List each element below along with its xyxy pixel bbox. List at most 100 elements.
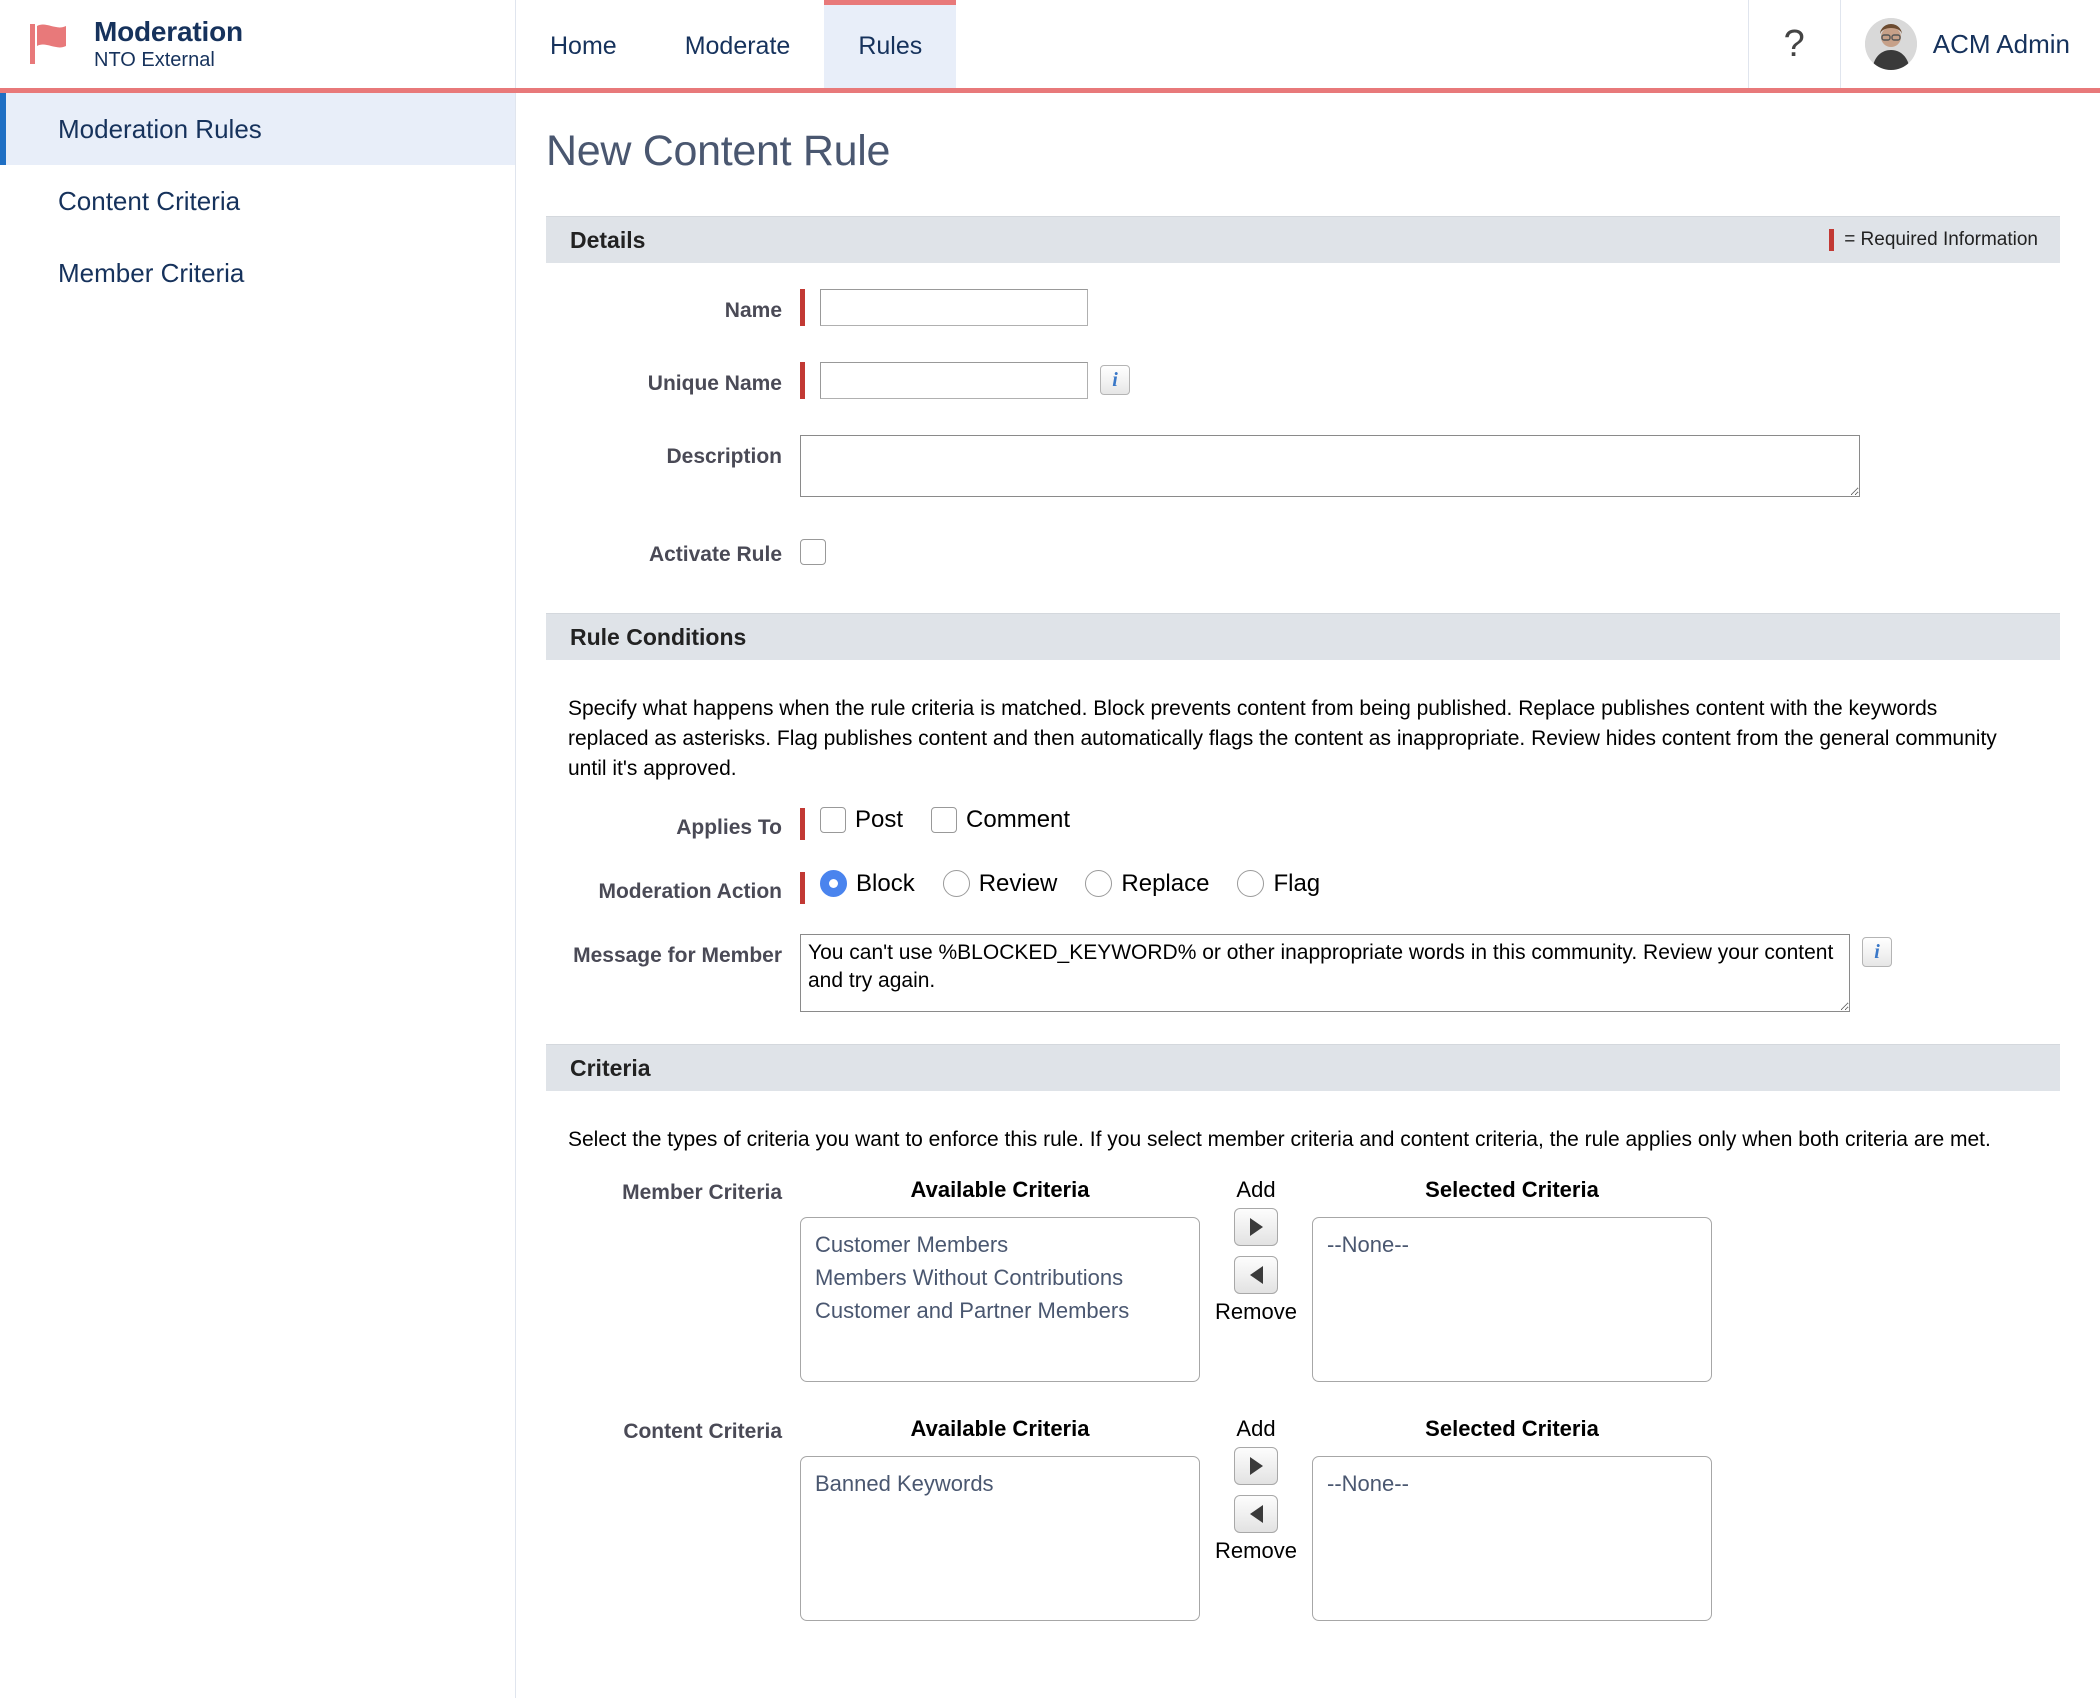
name-label: Name [568, 289, 800, 323]
applies-to-comment-option[interactable]: Comment [931, 806, 1070, 834]
moderation-action-review-option[interactable]: Review [943, 870, 1058, 898]
applies-to-post-option[interactable]: Post [820, 806, 903, 834]
list-item[interactable]: Customer and Partner Members [801, 1294, 1199, 1327]
field-row-name: Name [568, 289, 2038, 326]
comment-label: Comment [966, 806, 1070, 834]
unique-name-required-marker-icon [800, 362, 805, 399]
moderation-action-label: Moderation Action [568, 870, 800, 904]
block-label: Block [856, 870, 915, 898]
details-section-title: Details [570, 227, 645, 254]
field-row-applies-to: Applies To Post Comment [568, 806, 2038, 840]
content-criteria-label: Content Criteria [568, 1416, 800, 1444]
unique-name-label: Unique Name [568, 362, 800, 396]
post-checkbox[interactable] [820, 807, 846, 833]
main-navigation-tabs: Home Moderate Rules [516, 0, 1748, 88]
list-item[interactable]: --None-- [1313, 1467, 1711, 1500]
flag-radio[interactable] [1237, 870, 1264, 897]
info-icon[interactable]: i [1862, 937, 1892, 967]
activate-rule-checkbox[interactable] [800, 539, 826, 565]
rule-conditions-section-body: Specify what happens when the rule crite… [546, 660, 2060, 1044]
arrow-right-icon [1250, 1218, 1263, 1236]
member-selected-criteria-header: Selected Criteria [1425, 1177, 1599, 1203]
list-item[interactable]: Customer Members [801, 1228, 1199, 1261]
content-criteria-dual-listbox: Available Criteria Banned Keywords Add R… [800, 1416, 1712, 1621]
required-legend-text: = Required Information [1844, 229, 2038, 251]
rule-conditions-description: Specify what happens when the rule crite… [568, 694, 2008, 783]
arrow-left-icon [1250, 1505, 1263, 1523]
member-criteria-dual-listbox: Available Criteria Customer Members Memb… [800, 1177, 1712, 1382]
message-for-member-textarea[interactable]: You can't use %BLOCKED_KEYWORD% or other… [800, 934, 1850, 1012]
content-available-criteria-listbox[interactable]: Banned Keywords [800, 1456, 1200, 1621]
description-label: Description [568, 435, 800, 469]
member-available-criteria-listbox[interactable]: Customer Members Members Without Contrib… [800, 1217, 1200, 1382]
header-right-actions: ? ACM Admin [1748, 0, 2100, 88]
block-radio[interactable] [820, 870, 847, 897]
content-add-button[interactable] [1234, 1447, 1278, 1485]
moderation-action-required-marker-icon [800, 872, 805, 904]
replace-radio[interactable] [1085, 870, 1112, 897]
content-selected-criteria-header: Selected Criteria [1425, 1416, 1599, 1442]
content-selected-criteria-listbox[interactable]: --None-- [1312, 1456, 1712, 1621]
moderation-action-replace-option[interactable]: Replace [1085, 870, 1209, 898]
description-textarea[interactable] [800, 435, 1860, 497]
field-row-activate-rule: Activate Rule [568, 533, 2038, 567]
replace-label: Replace [1121, 870, 1209, 898]
sidebar-item-content-criteria[interactable]: Content Criteria [0, 165, 515, 237]
sidebar-item-moderation-rules[interactable]: Moderation Rules [0, 93, 515, 165]
flag-label: Flag [1273, 870, 1320, 898]
criteria-section-header: Criteria [546, 1044, 2060, 1091]
flag-icon [28, 22, 70, 66]
tab-rules[interactable]: Rules [824, 0, 956, 88]
page-title: New Content Rule [546, 127, 2060, 176]
list-item[interactable]: Members Without Contributions [801, 1261, 1199, 1294]
activate-rule-label: Activate Rule [568, 533, 800, 567]
info-icon[interactable]: i [1100, 365, 1130, 395]
criteria-section-title: Criteria [570, 1055, 651, 1082]
member-criteria-transfer-controls: Add Remove [1200, 1177, 1312, 1326]
applies-to-required-marker-icon [800, 808, 805, 840]
field-row-description: Description [568, 435, 2038, 497]
member-add-button[interactable] [1234, 1208, 1278, 1246]
details-section-header: Details = Required Information [546, 216, 2060, 263]
required-marker-icon [1829, 229, 1834, 251]
details-section-body: Name Unique Name i Description [546, 263, 2060, 613]
content-remove-label: Remove [1215, 1538, 1297, 1564]
review-radio[interactable] [943, 870, 970, 897]
member-selected-criteria-listbox[interactable]: --None-- [1312, 1217, 1712, 1382]
field-row-moderation-action: Moderation Action Block Review [568, 870, 2038, 904]
content-remove-button[interactable] [1234, 1495, 1278, 1533]
sidebar-navigation: Moderation Rules Content Criteria Member… [0, 93, 516, 1698]
criteria-description: Select the types of criteria you want to… [568, 1125, 2008, 1155]
member-remove-button[interactable] [1234, 1256, 1278, 1294]
rule-conditions-section-header: Rule Conditions [546, 613, 2060, 660]
list-item[interactable]: Banned Keywords [801, 1467, 1199, 1500]
app-title: Moderation [94, 17, 243, 48]
app-subtitle: NTO External [94, 49, 243, 71]
user-menu[interactable]: ACM Admin [1840, 0, 2100, 88]
review-label: Review [979, 870, 1058, 898]
moderation-action-flag-option[interactable]: Flag [1237, 870, 1320, 898]
comment-checkbox[interactable] [931, 807, 957, 833]
field-row-message-for-member: Message for Member You can't use %BLOCKE… [568, 934, 2038, 1012]
tab-moderate[interactable]: Moderate [651, 0, 825, 88]
name-required-marker-icon [800, 289, 805, 326]
arrow-right-icon [1250, 1457, 1263, 1475]
avatar [1865, 18, 1917, 70]
member-criteria-row: Member Criteria Available Criteria Custo… [568, 1177, 2038, 1382]
member-criteria-label: Member Criteria [568, 1177, 800, 1205]
name-input[interactable] [820, 289, 1088, 326]
moderation-action-block-option[interactable]: Block [820, 870, 915, 898]
message-for-member-label: Message for Member [568, 934, 800, 968]
app-brand: Moderation NTO External [0, 0, 516, 88]
sidebar-item-member-criteria[interactable]: Member Criteria [0, 237, 515, 309]
required-information-legend: = Required Information [1829, 229, 2038, 251]
tab-home[interactable]: Home [516, 0, 651, 88]
top-header-bar: Moderation NTO External Home Moderate Ru… [0, 0, 2100, 93]
member-available-criteria-header: Available Criteria [911, 1177, 1090, 1203]
rule-conditions-section-title: Rule Conditions [570, 624, 746, 651]
list-item[interactable]: --None-- [1313, 1228, 1711, 1261]
post-label: Post [855, 806, 903, 834]
page-layout: Moderation Rules Content Criteria Member… [0, 93, 2100, 1698]
unique-name-input[interactable] [820, 362, 1088, 399]
help-icon[interactable]: ? [1748, 0, 1840, 88]
